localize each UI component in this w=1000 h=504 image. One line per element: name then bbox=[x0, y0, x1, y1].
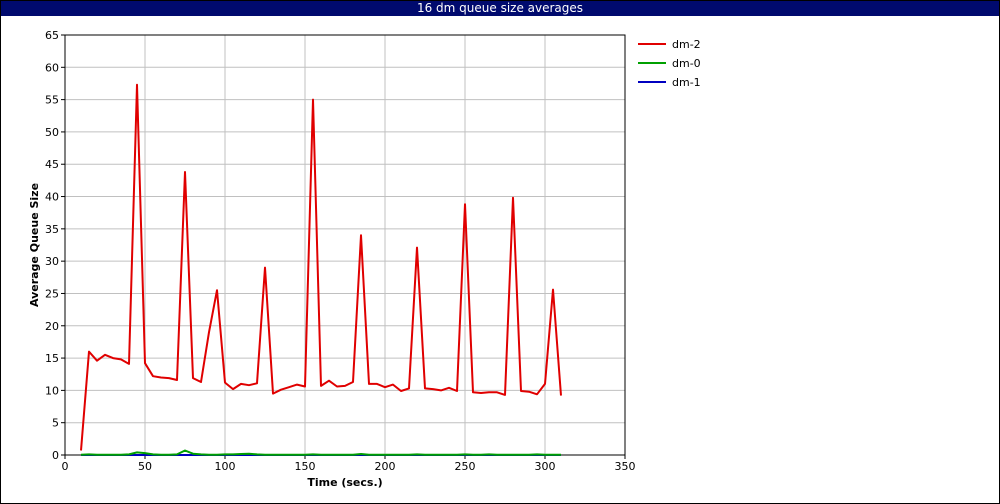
y-tick-label: 60 bbox=[45, 61, 59, 74]
x-tick-label: 150 bbox=[295, 460, 316, 473]
y-tick-label: 40 bbox=[45, 191, 59, 204]
x-tick-label: 0 bbox=[62, 460, 69, 473]
x-tick-label: 250 bbox=[455, 460, 476, 473]
y-tick-label: 45 bbox=[45, 158, 59, 171]
y-tick-label: 25 bbox=[45, 287, 59, 300]
y-axis-label: Average Queue Size bbox=[28, 183, 41, 307]
y-tick-label: 50 bbox=[45, 126, 59, 139]
y-tick-label: 0 bbox=[52, 449, 59, 462]
legend-label-dm-0: dm-0 bbox=[672, 57, 701, 70]
y-tick-label: 10 bbox=[45, 384, 59, 397]
y-tick-label: 20 bbox=[45, 320, 59, 333]
x-tick-label: 350 bbox=[615, 460, 636, 473]
y-tick-label: 30 bbox=[45, 255, 59, 268]
y-tick-label: 5 bbox=[52, 417, 59, 430]
legend-label-dm-2: dm-2 bbox=[672, 38, 701, 51]
x-tick-label: 50 bbox=[138, 460, 152, 473]
plot-area bbox=[65, 35, 625, 455]
legend-label-dm-1: dm-1 bbox=[672, 76, 701, 89]
x-tick-label: 300 bbox=[535, 460, 556, 473]
x-tick-label: 100 bbox=[215, 460, 236, 473]
x-tick-label: 200 bbox=[375, 460, 396, 473]
queue-size-chart: Average Queue Size Time (secs.) 0 5 10 15 20… bbox=[28, 29, 701, 489]
y-tick-label: 15 bbox=[45, 352, 59, 365]
x-axis-label: Time (secs.) bbox=[307, 476, 382, 489]
y-tick-label: 35 bbox=[45, 223, 59, 236]
y-tick-label: 55 bbox=[45, 94, 59, 107]
y-tick-label: 65 bbox=[45, 29, 59, 42]
